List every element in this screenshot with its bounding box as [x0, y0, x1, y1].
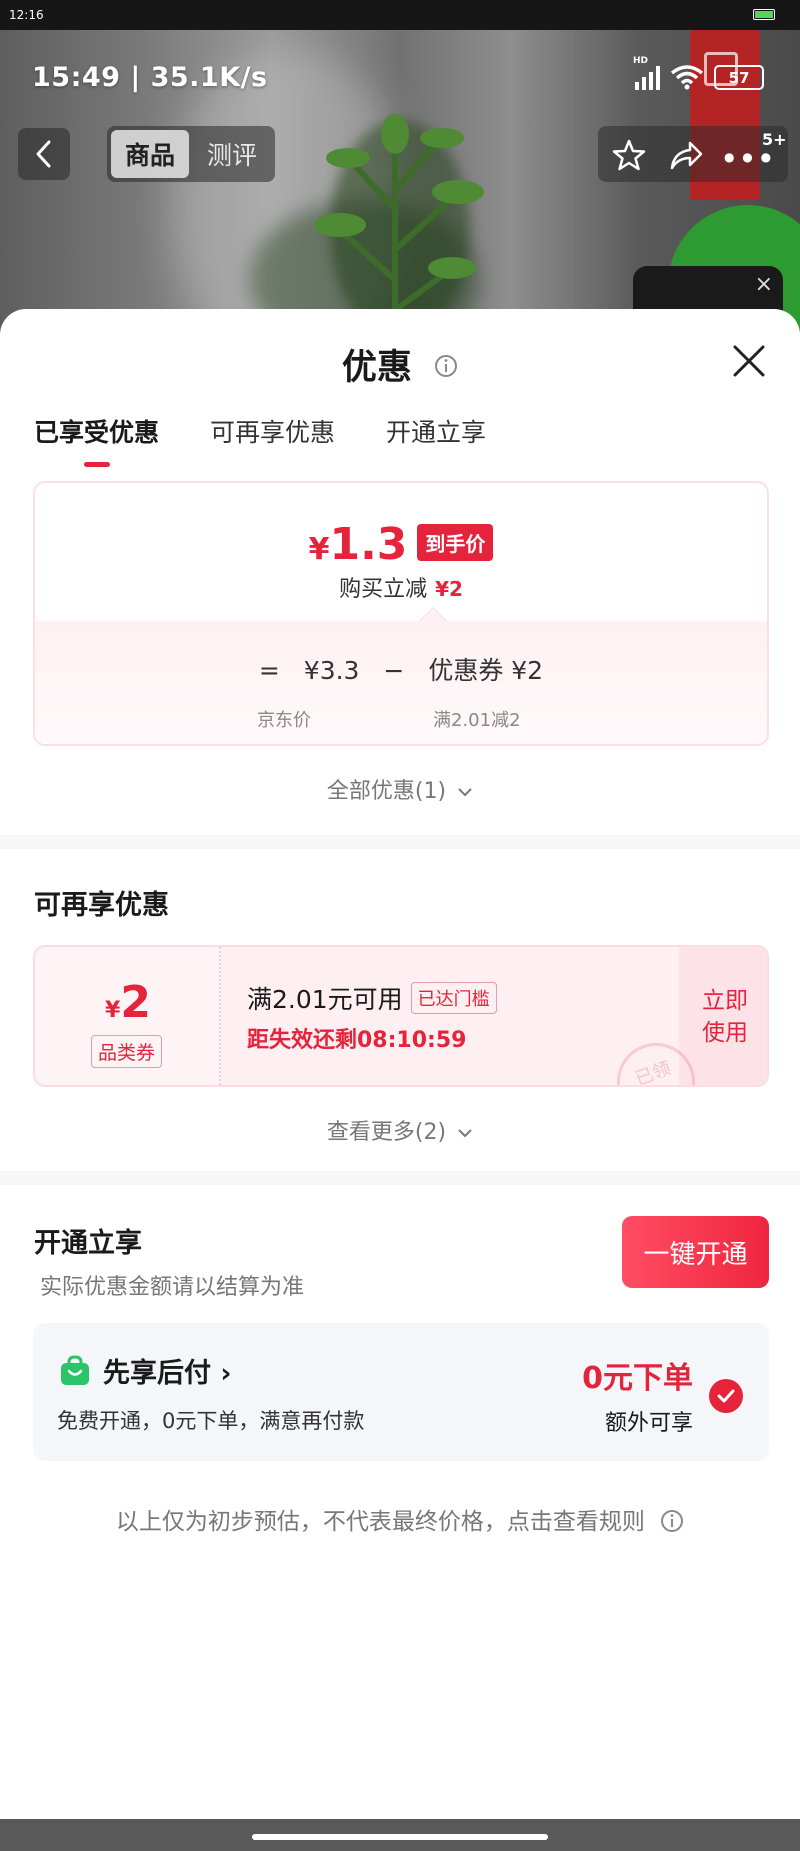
chevron-left-icon [36, 140, 51, 168]
shopping-bag-icon [61, 1355, 89, 1385]
sheet-title: 优惠 [341, 348, 412, 388]
final-price: ¥1.3 到手价 [35, 519, 767, 570]
one-click-open-button[interactable]: 一键开通 [622, 1216, 769, 1288]
close-icon[interactable] [731, 343, 767, 379]
chevron-down-icon [458, 788, 472, 797]
sheet-title-row: 优惠 [0, 339, 800, 390]
coupon-card: ¥2 品类券 满2.01元可用 已达门槛 距失效还剩08:10:59 已领 立即 … [33, 945, 769, 1087]
info-icon[interactable] [434, 354, 458, 378]
signal-icon: HD [633, 56, 660, 90]
star-icon[interactable] [612, 138, 646, 172]
final-price-value: 1.3 [329, 519, 408, 570]
share-icon[interactable] [668, 138, 704, 172]
tab-product[interactable]: 商品 [111, 130, 190, 178]
coupon-countdown: 距失效还剩08:10:59 [247, 1028, 467, 1053]
section-divider [0, 1171, 800, 1185]
info-icon[interactable] [660, 1509, 684, 1533]
coupon-condition-label: 满2.01减2 [433, 710, 521, 731]
all-offers-link[interactable]: 全部优惠(1) [0, 773, 800, 805]
more-icon[interactable]: ● ● ● [724, 150, 773, 164]
system-time: 12:16 [9, 8, 44, 22]
pay-later-sub: 额外可享 [604, 1411, 693, 1436]
base-price: ¥3.3 [303, 656, 360, 685]
final-price-card: ¥1.3 到手价 购买立减 ¥2 = ¥3.3 − 优惠券 ¥2 京东价 满2.01… [33, 481, 769, 746]
more-offers-title: 可再享优惠 [34, 890, 169, 921]
open-offers-title: 开通立享 [34, 1228, 142, 1259]
see-more-link[interactable]: 查看更多(2) [0, 1114, 800, 1146]
coupon-deduction: 优惠券 ¥2 [428, 656, 544, 685]
base-price-label: 京东价 [257, 710, 311, 731]
screen: 12:16 黑色 × [0, 0, 800, 1851]
product-nav-tabs: 商品 测评 [107, 126, 276, 182]
final-price-tag: 到手价 [417, 524, 494, 561]
tab-open-offers[interactable]: 开通立享 [386, 413, 486, 467]
pay-later-card[interactable]: 先享后付 › 免费开通，0元下单，满意再付款 0元下单 额外可享 [33, 1323, 769, 1461]
disclaimer[interactable]: 以上仅为初步预估，不代表最终价格，点击查看规则 [0, 1502, 800, 1536]
tab-review[interactable]: 测评 [193, 130, 271, 178]
check-icon[interactable] [709, 1379, 743, 1413]
close-icon[interactable]: × [755, 272, 773, 297]
tab-enjoyed-offers[interactable]: 已享受优惠 [34, 413, 159, 467]
pay-later-headline: 0元下单 [582, 1361, 693, 1396]
chevron-down-icon [458, 1129, 472, 1138]
pay-later-name: 先享后付 › [103, 1358, 232, 1389]
cart-badge: 5+ [762, 130, 787, 149]
section-divider [0, 835, 800, 849]
home-indicator[interactable] [252, 1834, 548, 1840]
system-battery-icon [753, 9, 775, 20]
offers-sheet: 优惠 已享受优惠 可再享优惠 开通立享 ¥1.3 到手价 购买立减 ¥2 = ¥… [0, 309, 800, 1819]
use-coupon-button[interactable]: 立即 使用 [679, 985, 767, 1049]
open-offers-note: 实际优惠金额请以结算为准 [40, 1275, 305, 1300]
coupon-category-tag: 品类券 [91, 1035, 163, 1068]
status-icons: HD 57 [633, 56, 764, 90]
price-formula: = ¥3.3 − 优惠券 ¥2 [258, 656, 544, 685]
battery-icon: 57 [714, 65, 764, 90]
offer-tabs: 已享受优惠 可再享优惠 开通立享 [34, 413, 486, 467]
coupon-condition: 满2.01元可用 已达门槛 [247, 980, 497, 1016]
home-indicator-bar [0, 1819, 800, 1851]
threshold-tag: 已达门槛 [410, 982, 497, 1014]
system-status-bar: 12:16 [0, 0, 800, 30]
tab-more-offers[interactable]: 可再享优惠 [210, 413, 335, 467]
saving-amount: ¥2 [435, 577, 463, 601]
status-time-speed: 15:49 | 35.1K/s [32, 62, 268, 93]
pay-later-desc: 免费开通，0元下单，满意再付款 [57, 1409, 365, 1433]
product-nav-tools: ● ● ● 5+ [598, 126, 788, 182]
wifi-icon [670, 65, 704, 90]
back-button[interactable] [18, 128, 70, 180]
coupon-amount: ¥2 [105, 977, 151, 1028]
instant-saving: 购买立减 ¥2 [339, 577, 463, 602]
